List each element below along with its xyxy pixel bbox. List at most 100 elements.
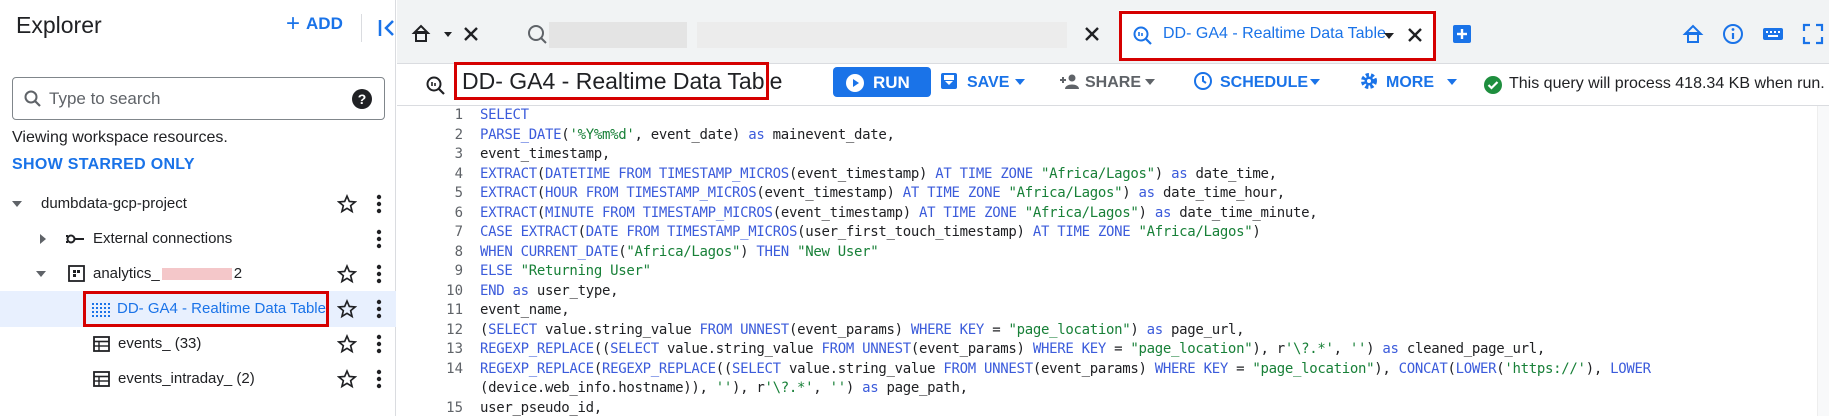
sql-text: =: [1227, 360, 1253, 377]
new-tab-icon[interactable]: [1450, 22, 1474, 46]
search-field[interactable]: ?: [12, 77, 385, 120]
star-icon[interactable]: [337, 299, 357, 319]
sql-keyword: CASE: [480, 224, 513, 240]
chevron-down-icon[interactable]: [1383, 30, 1395, 42]
sql-keyword: PARSE_DATE: [480, 126, 562, 143]
tab-realtime-query[interactable]: DD- GA4 - Realtime Data Table: [1119, 10, 1435, 60]
sql-text: (user_first_touch_timestamp): [797, 224, 1033, 240]
show-starred-only-link[interactable]: SHOW STARRED ONLY: [12, 156, 195, 174]
add-button[interactable]: + ADD: [286, 12, 343, 36]
sql-text: date_time_hour,: [1154, 185, 1285, 201]
realtime-view-label: DD- GA4 - Realtime Data Table: [117, 300, 326, 317]
project-label: dumbdata-gcp-project: [41, 195, 187, 212]
more-options-icon[interactable]: [376, 299, 382, 319]
keyboard-icon[interactable]: [1761, 22, 1785, 46]
sql-string: "Africa/Lagos": [1024, 204, 1139, 221]
more-label: MORE: [1386, 74, 1434, 91]
query-toolbar: DD- GA4 - Realtime Data Table RUN SAVE S…: [397, 62, 1829, 106]
tree-item-events[interactable]: events_ (33): [0, 326, 396, 362]
tree-item-external-connections[interactable]: External connections: [0, 221, 396, 257]
gear-icon: [1361, 73, 1377, 89]
sql-text: (: [536, 165, 546, 182]
tab-home[interactable]: [411, 22, 501, 46]
caret-down-icon[interactable]: [34, 267, 48, 281]
info-icon[interactable]: [1721, 22, 1745, 46]
more-options-icon[interactable]: [376, 264, 382, 284]
vertical-scrollbar[interactable]: [1817, 106, 1829, 416]
sql-keyword: ZONE: [1000, 165, 1033, 182]
sql-keyword: FROM: [699, 321, 733, 338]
star-icon[interactable]: [337, 369, 357, 389]
code-line[interactable]: PARSE_DATE('%Y%m%d', event_date) as main…: [480, 127, 895, 143]
sql-keyword: SELECT: [610, 341, 659, 357]
code-line[interactable]: (SELECT value.string_value FROM UNNEST(e…: [480, 321, 1245, 338]
close-icon: [464, 27, 478, 41]
fullscreen-icon[interactable]: [1801, 22, 1825, 46]
code-line[interactable]: event_timestamp,: [480, 146, 610, 162]
sql-keyword: FROM: [601, 204, 635, 221]
more-options-icon[interactable]: [376, 369, 382, 389]
tree-item-dataset[interactable]: analytics_ 2: [0, 256, 396, 292]
more-options-icon[interactable]: [376, 194, 382, 214]
code-line[interactable]: END as user_type,: [480, 283, 619, 299]
more-options-icon[interactable]: [376, 229, 382, 249]
star-icon[interactable]: [337, 264, 357, 284]
sql-text: value.string_value: [658, 341, 822, 357]
star-icon[interactable]: [337, 194, 357, 214]
query-tab-icon[interactable]: [525, 22, 549, 46]
tree-item-project[interactable]: dumbdata-gcp-project: [0, 186, 396, 222]
code-line[interactable]: EXTRACT(HOUR FROM TIMESTAMP_MICROS(event…: [480, 185, 1285, 201]
line-number: 4: [454, 165, 463, 182]
code-line[interactable]: user_pseudo_id,: [480, 400, 602, 416]
close-icon[interactable]: [1405, 25, 1425, 45]
line-number: 14: [446, 360, 463, 377]
caret-down-icon[interactable]: [10, 197, 24, 211]
sql-keyword: UNNEST: [740, 321, 789, 338]
events-label: events_ (33): [118, 335, 202, 352]
tree-item-realtime-view[interactable]: DD- GA4 - Realtime Data Table: [0, 291, 396, 327]
code-line[interactable]: (device.web_info.hostname)), ''), r'\?.*…: [480, 380, 968, 396]
code-line[interactable]: SELECT: [480, 107, 529, 123]
line-number: 1: [454, 107, 463, 123]
sql-keyword: EXTRACT: [520, 224, 578, 240]
code-line[interactable]: CASE EXTRACT(DATE FROM TIMESTAMP_MICROS(…: [480, 224, 1261, 240]
query-title[interactable]: DD- GA4 - Realtime Data Table: [462, 68, 782, 95]
share-button[interactable]: SHARE: [1059, 69, 1161, 97]
sql-text: ): [1122, 185, 1139, 201]
tree-item-events-intraday[interactable]: events_intraday_ (2): [0, 361, 396, 397]
search-input[interactable]: [49, 86, 339, 112]
run-button[interactable]: RUN: [833, 67, 931, 97]
code-line[interactable]: EXTRACT(MINUTE FROM TIMESTAMP_MICROS(eve…: [480, 204, 1318, 221]
more-options-icon[interactable]: [376, 334, 382, 354]
more-button[interactable]: MORE: [1359, 69, 1459, 97]
sql-keyword: TIMESTAMP_MICROS: [658, 165, 789, 182]
schedule-button[interactable]: SCHEDULE: [1193, 69, 1323, 97]
caret-right-icon[interactable]: [36, 232, 50, 246]
chevron-down-icon: [444, 32, 452, 37]
sql-string: "Africa/Lagos": [1008, 185, 1123, 201]
sql-string: '': [715, 380, 733, 396]
sql-text: page_url,: [1162, 321, 1245, 338]
code-line[interactable]: ELSE "Returning User": [480, 263, 651, 279]
sql-string: "New User": [797, 243, 879, 260]
line-number: 12: [446, 321, 463, 338]
code-line[interactable]: REGEXP_REPLACE(REGEXP_REPLACE((SELECT va…: [480, 361, 1651, 377]
code-line[interactable]: REGEXP_REPLACE((SELECT value.string_valu…: [480, 341, 1545, 357]
close-icon[interactable]: [1080, 22, 1104, 46]
help-icon[interactable]: ?: [352, 89, 372, 109]
star-icon[interactable]: [337, 334, 357, 354]
home-icon[interactable]: [1681, 22, 1705, 46]
sql-editor[interactable]: 1 2 3 4 5 6 7 8 9 10 11 12 13 14 15 SELECT PARSE_DATE('…: [397, 106, 1829, 416]
sql-keyword: as: [1382, 341, 1399, 357]
collapse-panel-icon[interactable]: [376, 14, 398, 42]
save-button[interactable]: SAVE: [939, 69, 1031, 97]
sql-keyword: DATETIME: [545, 165, 611, 182]
code-line[interactable]: event_name,: [480, 302, 570, 318]
code-line[interactable]: WHEN CURRENT_DATE("Africa/Lagos") THEN "…: [480, 243, 879, 260]
sql-keyword: REGEXP_REPLACE: [480, 360, 594, 377]
code-line[interactable]: EXTRACT(DATETIME FROM TIMESTAMP_MICROS(e…: [480, 166, 1277, 182]
